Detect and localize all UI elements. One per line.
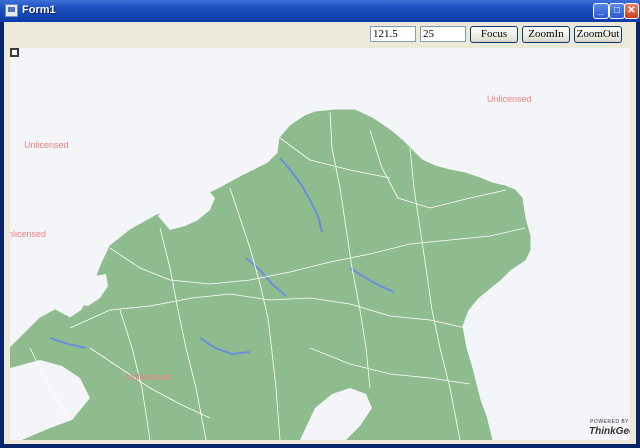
minimize-button[interactable]: _: [593, 3, 609, 19]
close-button[interactable]: ✕: [624, 3, 639, 19]
zoom-in-button[interactable]: ZoomIn: [522, 26, 570, 43]
map-canvas[interactable]: [10, 48, 630, 440]
window-title: Form1: [22, 4, 56, 16]
maximize-button[interactable]: □: [609, 3, 625, 19]
watermark-top-right: Unlicensed: [487, 94, 532, 104]
latitude-input[interactable]: 25: [420, 26, 466, 42]
focus-button[interactable]: Focus: [470, 26, 518, 43]
powered-by-label: POWERED BY: [590, 419, 629, 425]
brand-name: ThinkGeo: [589, 426, 630, 437]
app-icon[interactable]: [5, 4, 18, 17]
watermark-left: nlicensed: [10, 229, 47, 239]
application-window: Form1 _ □ ✕ 121.5 25 Focus ZoomIn ZoomOu…: [0, 0, 640, 448]
watermark-bottom-left: Unlicensed: [126, 372, 171, 382]
watermark-upper-left: Unlicensed: [24, 140, 69, 150]
thinkgeo-logo-icon: [10, 48, 19, 57]
zoom-out-button[interactable]: ZoomOut: [574, 26, 622, 43]
longitude-input[interactable]: 121.5: [370, 26, 416, 42]
land-polygon: [10, 109, 531, 440]
map-view[interactable]: Unlicensed Unlicensed nlicensed Unlicens…: [10, 48, 630, 440]
form-client-area: 121.5 25 Focus ZoomIn ZoomOut Unlicensed…: [4, 22, 636, 444]
title-bar[interactable]: Form1 _ □ ✕: [0, 0, 640, 22]
